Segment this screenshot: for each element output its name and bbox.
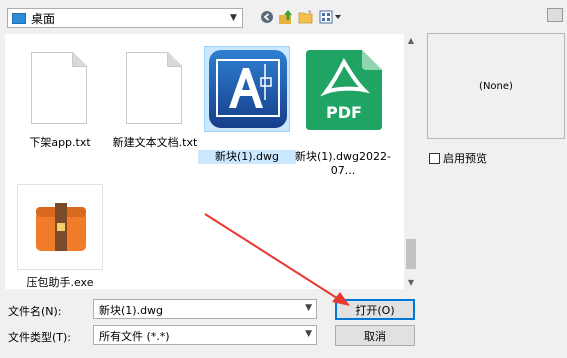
pdf-text: PDF (326, 103, 362, 122)
preview-none-text: (None) (479, 80, 513, 92)
back-icon[interactable] (259, 9, 275, 25)
location-combobox[interactable]: 桌面 ▼ (7, 8, 243, 28)
file-thumbnail: PDF (300, 46, 386, 132)
chevron-down-icon[interactable]: ▼ (305, 329, 312, 339)
filename-label: 文件名(N): (8, 305, 62, 318)
svg-text:*: * (308, 9, 312, 17)
file-item[interactable]: 新建文本文档.txt (112, 46, 198, 166)
file-name-label: 新块(1).dwg (198, 150, 296, 164)
file-list-view[interactable]: 下架app.txt 新建文本文档.txt 新块(1).dwg PDF 新块(1)… (5, 34, 418, 289)
pdf-file-icon: PDF (306, 50, 382, 130)
file-thumbnail (17, 46, 103, 132)
cancel-button[interactable]: 取消 (335, 325, 415, 346)
new-folder-icon[interactable]: * (298, 9, 314, 25)
filetype-select[interactable]: 所有文件 (*.*) ▼ (93, 325, 317, 345)
file-item[interactable]: PDF 新块(1).dwg2022-07... (295, 46, 391, 177)
archive-app-icon (36, 203, 86, 251)
location-text: 桌面 (31, 11, 56, 26)
enable-preview-option[interactable]: 启用预览 (429, 150, 487, 166)
file-name-label: 下架app.txt (29, 136, 91, 149)
chevron-down-icon[interactable]: ▼ (225, 9, 242, 27)
file-item[interactable]: 压包助手.exe (17, 184, 103, 289)
file-thumbnail (112, 46, 198, 132)
dwg-app-icon (209, 50, 287, 128)
file-name-label: 压包助手.exe (26, 276, 94, 289)
enable-preview-checkbox[interactable] (429, 152, 440, 164)
view-menu-icon[interactable] (319, 9, 345, 25)
scrollbar-thumb[interactable] (406, 239, 416, 269)
file-thumbnail (17, 184, 103, 270)
up-folder-icon[interactable] (278, 9, 294, 25)
filename-input[interactable]: 新块(1).dwg ▼ (93, 299, 317, 319)
desktop-folder-icon (12, 12, 26, 24)
tools-icon[interactable] (547, 8, 563, 22)
chevron-down-icon[interactable]: ▼ (305, 303, 312, 313)
text-document-icon (126, 52, 182, 124)
text-document-icon (31, 52, 87, 124)
scroll-up-icon[interactable]: ▲ (404, 36, 418, 45)
filename-value: 新块(1).dwg (99, 304, 164, 317)
filetype-label: 文件类型(T): (8, 331, 72, 344)
file-item-selected[interactable]: 新块(1).dwg (198, 46, 296, 166)
file-item[interactable]: 下架app.txt (17, 46, 103, 166)
file-thumbnail (204, 46, 290, 132)
filetype-value: 所有文件 (*.*) (99, 330, 170, 343)
enable-preview-label: 启用预览 (443, 152, 487, 165)
scroll-down-icon[interactable]: ▼ (404, 278, 418, 287)
file-name-label: 新块(1).dwg2022-07... (294, 150, 391, 177)
vertical-scrollbar[interactable]: ▲ ▼ (404, 34, 418, 289)
open-button[interactable]: 打开(O) (335, 299, 415, 320)
file-name-label: 新建文本文档.txt (112, 136, 198, 149)
preview-pane: (None) (427, 33, 565, 139)
